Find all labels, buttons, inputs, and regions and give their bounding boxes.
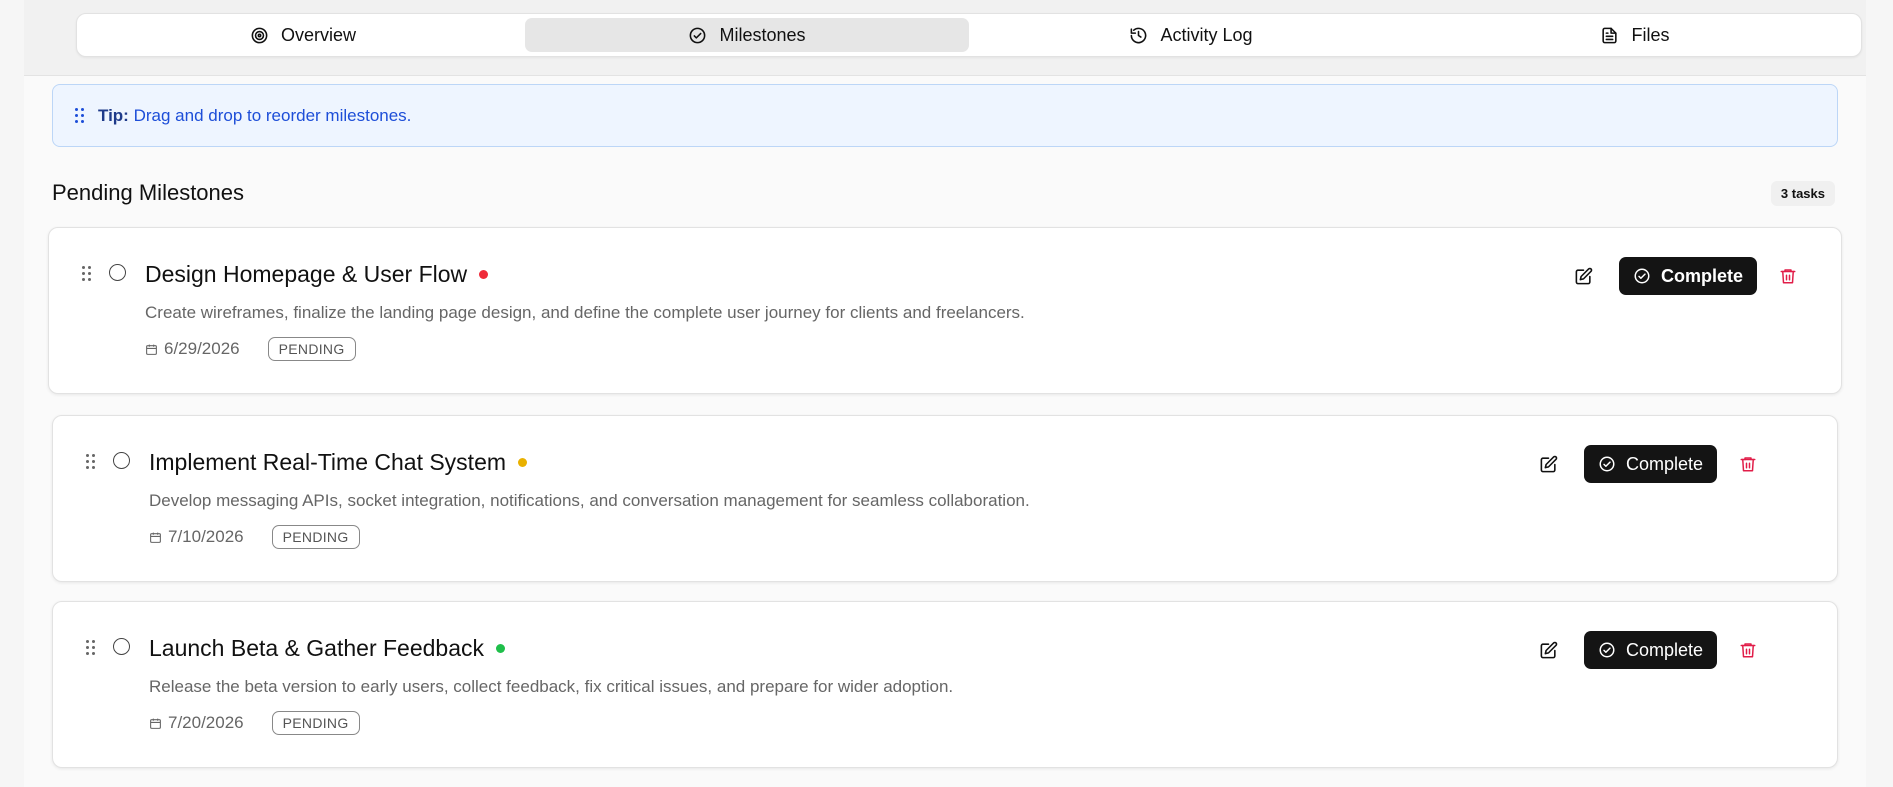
tab-label: Activity Log [1160, 24, 1253, 45]
trash-icon [1740, 457, 1756, 472]
tip-text: Drag and drop to reorder milestones. [133, 105, 412, 125]
milestone-description: Create wireframes, finalize the landing … [145, 303, 1025, 322]
check-circle-icon [1599, 642, 1615, 658]
due-date: 6/29/2026 [145, 339, 240, 359]
milestone-card[interactable]: Design Homepage & User Flow Create wiref… [48, 227, 1842, 394]
tab-label: Milestones [719, 24, 806, 45]
delete-button[interactable] [1739, 641, 1757, 659]
tab-bar: Overview Milestones Activity Log Files [76, 13, 1862, 57]
complete-label: Complete [1625, 453, 1703, 474]
due-date-text: 6/29/2026 [164, 339, 240, 358]
due-date: 7/10/2026 [149, 527, 244, 547]
milestone-title-text: Implement Real-Time Chat System [149, 449, 507, 475]
complete-radio[interactable] [109, 264, 126, 281]
milestone-actions: Complete [1539, 631, 1757, 669]
complete-radio[interactable] [113, 638, 130, 655]
due-date: 7/20/2026 [149, 713, 244, 733]
edit-button[interactable] [1539, 455, 1558, 474]
calendar-icon [150, 532, 161, 543]
milestone-title-text: Design Homepage & User Flow [145, 261, 468, 287]
drag-handle-icon[interactable] [86, 640, 95, 655]
status-badge: PENDING [267, 337, 356, 361]
milestone-description: Develop messaging APIs, socket integrati… [149, 491, 1030, 510]
section-title: Pending Milestones [52, 180, 245, 205]
milestone-card[interactable]: Launch Beta & Gather Feedback Release th… [52, 601, 1838, 768]
trash-icon [1780, 269, 1796, 284]
edit-button[interactable] [1539, 641, 1558, 660]
due-date-text: 7/20/2026 [168, 713, 244, 732]
milestone-actions: Complete [1574, 257, 1797, 295]
check-circle-icon [690, 27, 706, 43]
priority-dot [518, 458, 528, 467]
milestone-card[interactable]: Implement Real-Time Chat System Develop … [52, 415, 1838, 582]
check-circle-icon [1634, 268, 1650, 284]
history-icon [1131, 27, 1147, 43]
milestone-meta: 7/20/2026 PENDING [149, 711, 360, 735]
status-badge: PENDING [271, 711, 360, 735]
delete-button[interactable] [1739, 455, 1757, 473]
milestone-description: Release the beta version to early users,… [149, 677, 954, 696]
edit-icon [1540, 455, 1558, 472]
tab-overview[interactable]: Overview [81, 18, 525, 52]
complete-radio[interactable] [113, 452, 130, 469]
tab-label: Files [1631, 24, 1670, 45]
milestone-title: Design Homepage & User Flow [145, 261, 489, 288]
complete-label: Complete [1625, 639, 1703, 660]
tab-files[interactable]: Files [1413, 18, 1857, 52]
check-circle-icon [1599, 456, 1615, 472]
trash-icon [1740, 643, 1756, 658]
drag-handle-icon[interactable] [86, 454, 95, 469]
priority-dot [479, 270, 489, 279]
file-text-icon [1602, 27, 1618, 43]
tab-milestones[interactable]: Milestones [525, 18, 969, 52]
task-count-badge: 3 tasks [1770, 181, 1835, 206]
complete-button[interactable]: Complete [1618, 257, 1757, 295]
target-icon [251, 27, 268, 43]
edit-icon [1575, 267, 1593, 284]
milestone-title: Implement Real-Time Chat System [149, 449, 528, 476]
tip-banner: Tip: Drag and drop to reorder milestones… [52, 84, 1838, 147]
status-badge: PENDING [271, 525, 360, 549]
milestone-actions: Complete [1539, 445, 1757, 483]
edit-button[interactable] [1574, 267, 1593, 286]
drag-handle-icon [75, 108, 84, 123]
complete-button[interactable]: Complete [1583, 445, 1717, 483]
milestone-title: Launch Beta & Gather Feedback [149, 635, 505, 662]
milestone-meta: 7/10/2026 PENDING [149, 525, 360, 549]
priority-dot [496, 644, 505, 653]
drag-handle-icon[interactable] [82, 266, 91, 281]
edit-icon [1540, 641, 1558, 658]
tip-label: Tip: [98, 105, 129, 125]
delete-button[interactable] [1779, 267, 1797, 285]
tab-activity-log[interactable]: Activity Log [969, 18, 1413, 52]
tab-label: Overview [280, 24, 356, 45]
tab-bar-container: Overview Milestones Activity Log Files [24, 0, 1866, 76]
milestone-title-text: Launch Beta & Gather Feedback [149, 635, 484, 661]
complete-label: Complete [1660, 265, 1743, 286]
due-date-text: 7/10/2026 [168, 527, 244, 546]
milestone-meta: 6/29/2026 PENDING [145, 337, 356, 361]
complete-button[interactable]: Complete [1583, 631, 1717, 669]
calendar-icon [146, 344, 157, 355]
calendar-icon [150, 718, 161, 729]
